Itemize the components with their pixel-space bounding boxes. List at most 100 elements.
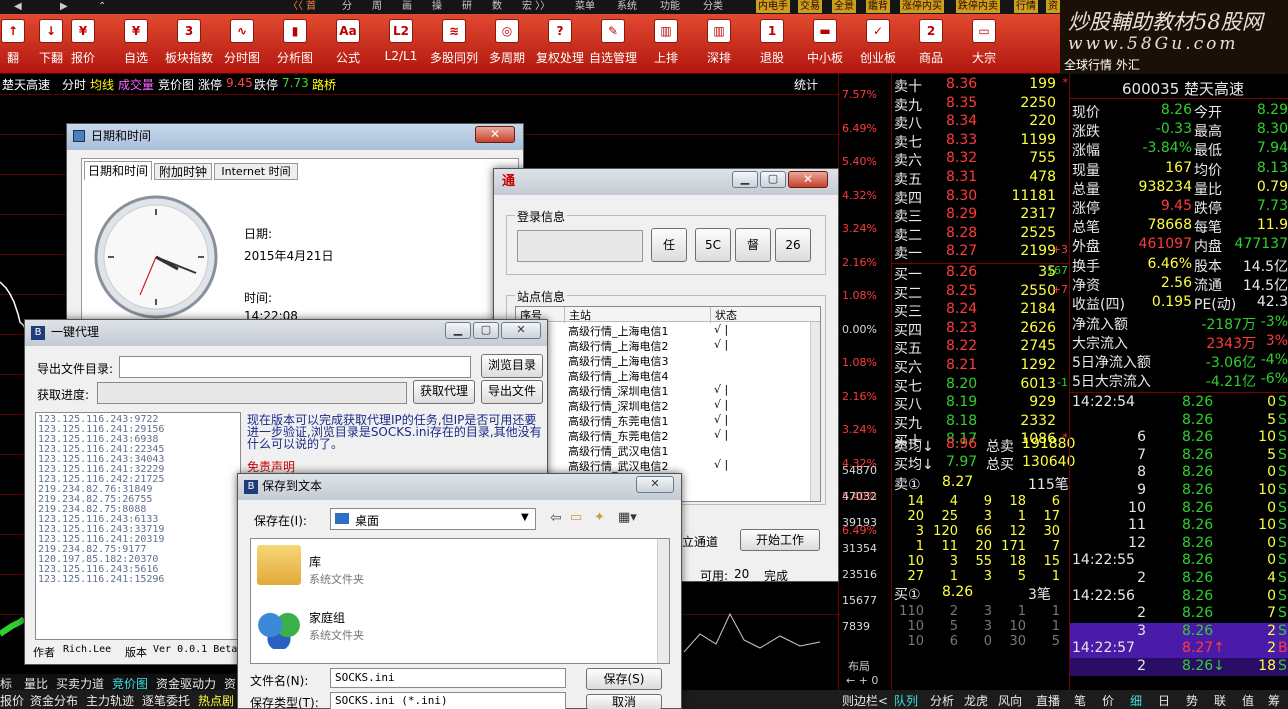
close-icon[interactable]: ✕ <box>475 126 515 143</box>
site-row[interactable]: 高级行情_上海电信4 <box>516 368 808 383</box>
chart-nav[interactable]: ← + 0 <box>846 674 878 687</box>
tab-extra-clock[interactable]: 附加时钟 <box>154 163 212 180</box>
login-opt-button[interactable]: 26 <box>775 228 811 262</box>
export-file-button[interactable]: 导出文件 <box>481 380 543 404</box>
back-icon[interactable]: ⇦ <box>550 510 562 526</box>
strip-tag[interactable]: 资 <box>1046 0 1060 13</box>
toolbar-button[interactable]: ▬ 中小板 <box>798 16 852 72</box>
minimize-icon[interactable]: ▁ <box>732 171 758 188</box>
col-header[interactable]: 状态 <box>710 307 737 323</box>
side-tab[interactable]: 风向 <box>998 692 1022 709</box>
menu-item[interactable]: 操 <box>432 0 442 13</box>
book-row[interactable]: 卖一 8.27 2199 +3 <box>892 243 1070 262</box>
site-row[interactable]: 高级行情_深圳电信2 √ | <box>516 398 808 413</box>
side-tab[interactable]: 龙虎 <box>964 692 988 709</box>
book-row[interactable]: 买九 8.18 2332 <box>892 413 1070 432</box>
menu-item[interactable]: 研 <box>462 0 472 13</box>
login-field[interactable] <box>517 230 643 262</box>
bottom-tab[interactable]: 主力轨迹 <box>86 692 134 709</box>
file-list[interactable]: 库 系统文件夹 家庭组 系统文件夹 <box>250 538 670 664</box>
menu-item[interactable]: 〈〈 首 <box>288 0 316 13</box>
side-tab[interactable]: 队列 <box>894 692 918 709</box>
proxy-item[interactable]: 123.125.116.241:15296 <box>38 575 238 585</box>
side-tab[interactable]: 日 <box>1158 692 1170 709</box>
book-row[interactable]: 卖七 8.33 1199 <box>892 132 1070 151</box>
browse-button[interactable]: 浏览目录 <box>481 354 543 378</box>
site-row[interactable]: 高级行情_东莞电信2 √ | <box>516 428 808 443</box>
toolbar-button[interactable]: 1 退股 <box>745 16 799 72</box>
side-tab[interactable]: 细 <box>1130 692 1142 709</box>
toolbar-button[interactable]: ? 复权处理 <box>533 16 587 72</box>
toolbar-button[interactable]: ◎ 多周期 <box>480 16 534 72</box>
nav-back-icon[interactable]: ◀ <box>14 0 22 13</box>
toolbar-button[interactable]: ✓ 创业板 <box>851 16 905 72</box>
menu-item[interactable]: 周 <box>372 0 382 13</box>
bottom-tab[interactable]: 标 <box>0 675 12 692</box>
book-row[interactable]: 卖六 8.32 755 <box>892 150 1070 169</box>
book-row[interactable]: 卖八 8.34 220 <box>892 113 1070 132</box>
login-opt-button[interactable]: 任 <box>651 228 687 262</box>
site-row[interactable]: 高级行情_武汉电信2 √ | <box>516 458 808 473</box>
toolbar-button[interactable]: Aa 公式 <box>321 16 375 72</box>
proxy-list[interactable]: 123.125.116.243:9722 123.125.116.241:2915… <box>35 412 241 640</box>
strip-tag[interactable]: 行情 <box>1014 0 1038 13</box>
bottom-tab[interactable]: 资金驱动力 <box>156 675 216 692</box>
layout-label[interactable]: 布局 <box>848 658 870 674</box>
book-row[interactable]: 卖十 8.36 199 * <box>892 76 1070 95</box>
side-tab[interactable]: 势 <box>1186 692 1198 709</box>
save-button[interactable]: 保存(S) <box>586 668 662 690</box>
strip-tag[interactable]: 全景 <box>832 0 856 13</box>
book-row[interactable]: 买七 8.20 6013 -1 <box>892 376 1070 395</box>
menu-item[interactable]: 画 <box>402 0 412 13</box>
cancel-button[interactable]: 取消 <box>586 694 662 709</box>
toolbar-button[interactable]: 3 板块指数 <box>162 16 216 72</box>
menu-item[interactable]: 菜单 <box>575 0 595 13</box>
toolbar-button[interactable]: ▥ 深排 <box>692 16 746 72</box>
nav-forward-icon[interactable]: ▶ <box>60 0 68 13</box>
book-row[interactable]: 卖四 8.30 11181 <box>892 188 1070 207</box>
site-row[interactable]: 高级行情_上海电信3 <box>516 353 808 368</box>
datetime-titlebar[interactable]: 日期和时间 <box>67 124 523 150</box>
scrollbar[interactable] <box>657 539 669 663</box>
login-titlebar[interactable] <box>494 169 838 195</box>
bottom-tab[interactable]: 逐笔委托 <box>142 692 190 709</box>
book-row[interactable]: 买二 8.25 2550 +7 <box>892 283 1070 302</box>
save-titlebar[interactable]: 保存到文本 <box>238 474 681 500</box>
strip-tag[interactable]: 内电手 <box>756 0 790 13</box>
side-tab[interactable]: 笔 <box>1074 692 1086 709</box>
view-menu-icon[interactable]: ▦▾ <box>618 510 637 525</box>
toolbar-button[interactable]: ▭ 大宗 <box>957 16 1011 72</box>
bottom-tab[interactable]: 报价 <box>0 692 24 709</box>
toolbar-button[interactable]: ¥ 自选 <box>109 16 163 72</box>
toolbar-button[interactable]: ▮ 分析图 <box>268 16 322 72</box>
book-row[interactable]: 卖五 8.31 478 <box>892 169 1070 188</box>
col-header[interactable]: 主站 <box>564 307 704 323</box>
side-tab[interactable]: 值 <box>1242 692 1254 709</box>
menu-item[interactable]: 系统 <box>617 0 637 13</box>
new-folder-icon[interactable]: ✦ <box>594 510 605 525</box>
bottom-tab[interactable]: 热点剧 <box>198 692 234 709</box>
side-tab[interactable]: 分析 <box>930 692 954 709</box>
maximize-icon[interactable]: ▢ <box>760 171 786 188</box>
fetch-proxy-button[interactable]: 获取代理 <box>413 380 475 404</box>
bottom-tab[interactable]: 资 <box>224 675 236 692</box>
collapse-icon[interactable]: ⌃ <box>98 0 106 13</box>
toolbar-button[interactable]: ∿ 分时图 <box>215 16 269 72</box>
toolbar-button[interactable]: L2 L2/L1 <box>374 16 428 72</box>
side-tab[interactable]: 则边栏< <box>842 692 888 709</box>
side-tab[interactable]: 联 <box>1214 692 1226 709</box>
file-item-name[interactable]: 家庭组 <box>309 609 345 626</box>
filename-input[interactable]: SOCKS.ini <box>330 668 566 688</box>
close-icon[interactable]: ✕ <box>501 322 541 339</box>
strip-tag[interactable]: 鑑背 <box>866 0 890 13</box>
book-row[interactable]: 买五 8.22 2745 <box>892 338 1070 357</box>
filetype-select[interactable]: SOCKS.ini (*.ini) <box>330 692 566 709</box>
site-row[interactable]: 高级行情_上海电信2 √ | <box>516 338 808 353</box>
menu-item[interactable]: 分类 <box>703 0 723 13</box>
bottom-tab[interactable]: 买卖力道 <box>56 675 104 692</box>
toolbar-button[interactable]: 2 商品 <box>904 16 958 72</box>
bottom-tab[interactable]: 量比 <box>24 675 48 692</box>
maximize-icon[interactable]: ▢ <box>473 322 499 339</box>
minimize-icon[interactable]: ▁ <box>445 322 471 339</box>
side-tab[interactable]: 筹 <box>1268 692 1280 709</box>
